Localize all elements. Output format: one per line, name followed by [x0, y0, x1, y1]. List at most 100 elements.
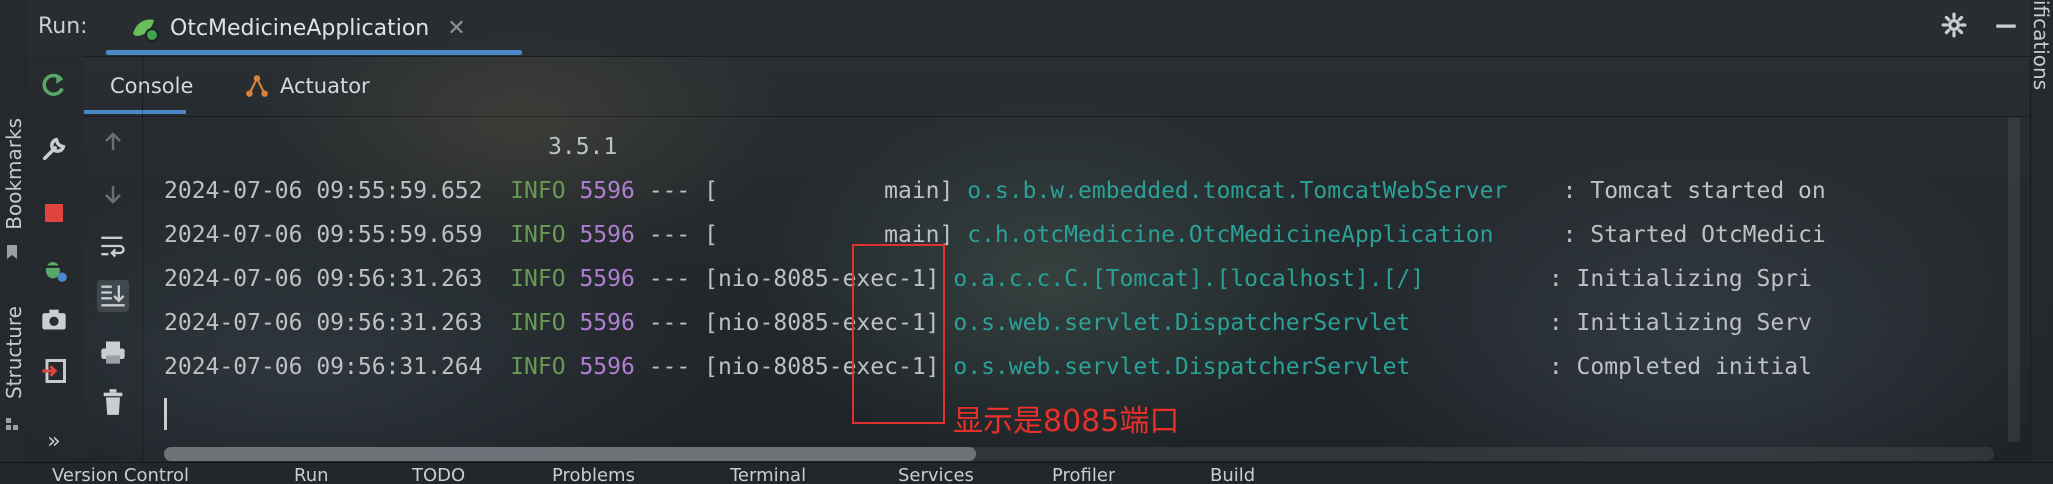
bottom-item-label: Profiler: [1052, 465, 1116, 484]
exit-icon: [42, 359, 66, 383]
scroll-to-end-button[interactable]: [97, 280, 129, 312]
bottom-item-label: TODO: [412, 465, 466, 484]
bottom-item-build[interactable]: Build: [1210, 465, 1255, 484]
exit-button[interactable]: [39, 356, 69, 386]
port-highlight-box: [852, 244, 945, 424]
log-logger-link[interactable]: c.h.otcMedicine.OtcMedicineApplication: [967, 222, 1493, 248]
horizontal-scroll-thumb[interactable]: [164, 447, 976, 461]
wrench-icon: [42, 137, 66, 161]
more-tools-button[interactable]: »: [39, 426, 69, 456]
log-pid: 5596: [579, 266, 635, 292]
port-annotation: 显示是8085端口: [953, 404, 1180, 439]
screenshot-button[interactable]: [39, 304, 69, 334]
log-thread: [ main]: [704, 178, 954, 204]
bottom-item-label: Build: [1210, 465, 1256, 484]
printer-icon: [101, 341, 125, 364]
bottom-item-run[interactable]: Run: [294, 465, 329, 484]
log-separator: ---: [648, 354, 691, 380]
log-level: INFO: [510, 310, 566, 336]
bottom-item-terminal[interactable]: Terminal: [730, 465, 806, 484]
log-timestamp: 2024-07-06 09:55:59.652: [164, 178, 483, 204]
console-output[interactable]: 3.5.1 2024-07-06 09:55:59.652 INFO 5596 …: [142, 118, 2000, 442]
log-timestamp: 2024-07-06 09:56:31.263: [164, 310, 483, 336]
version-line: 3.5.1: [548, 134, 618, 160]
log-pid: 5596: [579, 354, 635, 380]
log-line: 2024-07-06 09:56:31.264 INFO 5596 --- [n…: [164, 352, 1812, 382]
bottom-item-label: Terminal: [730, 465, 807, 484]
log-logger-link[interactable]: o.a.c.c.C.[Tomcat].[localhost].[/]: [953, 266, 1424, 292]
stop-icon: [45, 204, 63, 222]
edit-config-button[interactable]: [39, 134, 69, 164]
clear-all-button[interactable]: [97, 386, 129, 418]
run-toolbar: Run: OtcMedicineApplication ✕: [26, 0, 2031, 57]
tab-actuator-label: Actuator: [280, 74, 370, 98]
log-message: : Completed initial: [1548, 354, 1812, 380]
log-timestamp: 2024-07-06 09:56:31.263: [164, 266, 483, 292]
bottom-item-services[interactable]: Services: [898, 465, 974, 484]
run-label: Run:: [38, 14, 88, 39]
bookmark-icon: [7, 245, 17, 259]
log-level: INFO: [510, 222, 566, 248]
log-pid: 5596: [579, 310, 635, 336]
log-message: : Initializing Spri: [1548, 266, 1812, 292]
run-tab[interactable]: OtcMedicineApplication ✕: [130, 0, 466, 56]
bottom-item-label: Run: [294, 465, 329, 484]
bookmarks-tab[interactable]: Bookmarks: [2, 118, 26, 230]
scroll-down-button[interactable]: [97, 178, 129, 210]
bottom-item-label: Services: [898, 465, 974, 484]
log-logger-link[interactable]: o.s.b.w.embedded.tomcat.TomcatWebServer: [967, 178, 1507, 204]
bottom-item-label: Version Control: [52, 465, 189, 484]
log-separator: ---: [648, 310, 691, 336]
scroll-to-end-icon: [101, 285, 125, 307]
structure-tab[interactable]: Structure: [2, 306, 26, 399]
tab-actuator[interactable]: Actuator: [244, 56, 370, 116]
bottom-item-version-control[interactable]: Version Control: [52, 465, 189, 484]
trash-icon: [103, 389, 123, 415]
log-level: INFO: [510, 266, 566, 292]
log-message: : Initializing Serv: [1548, 310, 1812, 336]
bottom-item-todo[interactable]: TODO: [412, 465, 465, 484]
log-message: : Started OtcMedici: [1562, 222, 1826, 248]
run-actions-column: »: [26, 56, 84, 461]
console-actions-column: [84, 56, 143, 461]
print-button[interactable]: [97, 336, 129, 368]
bottom-item-label: Problems: [552, 465, 635, 484]
debug-restart-button[interactable]: [39, 254, 69, 284]
log-timestamp: 2024-07-06 09:55:59.659: [164, 222, 483, 248]
log-logger-link[interactable]: o.s.web.servlet.DispatcherServlet: [953, 354, 1410, 380]
arrow-down-icon: [105, 186, 121, 204]
structure-icon: [6, 418, 18, 430]
minimize-icon[interactable]: [1993, 12, 2019, 38]
spring-app-icon: [133, 19, 159, 42]
log-line: 2024-07-06 09:56:31.263 INFO 5596 --- [n…: [164, 264, 1812, 294]
bottom-item-problems[interactable]: Problems: [552, 465, 635, 484]
arrow-up-icon: [105, 132, 121, 150]
run-tab-title: OtcMedicineApplication: [170, 15, 430, 41]
text-caret: [164, 398, 167, 430]
log-level: INFO: [510, 354, 566, 380]
log-line: 2024-07-06 09:55:59.652 INFO 5596 --- [ …: [164, 176, 1826, 206]
stop-button[interactable]: [39, 198, 69, 228]
soft-wrap-button[interactable]: [97, 230, 129, 262]
bug-icon: [43, 262, 67, 282]
gear-icon[interactable]: [1941, 12, 1967, 38]
log-pid: 5596: [579, 222, 635, 248]
vertical-scrollbar[interactable]: [2008, 118, 2020, 442]
log-logger-link[interactable]: o.s.web.servlet.DispatcherServlet: [953, 310, 1410, 336]
rerun-button[interactable]: [39, 70, 69, 100]
scroll-up-button[interactable]: [97, 126, 129, 158]
log-separator: ---: [648, 222, 691, 248]
log-separator: ---: [648, 266, 691, 292]
camera-icon: [42, 309, 66, 330]
log-separator: ---: [648, 178, 691, 204]
horizontal-scrollbar[interactable]: [164, 447, 1994, 461]
log-pid: 5596: [579, 178, 635, 204]
bottom-item-profiler[interactable]: Profiler: [1052, 465, 1115, 484]
log-level: INFO: [510, 178, 566, 204]
actuator-icon: [246, 75, 268, 97]
log-line: 2024-07-06 09:55:59.659 INFO 5596 --- [ …: [164, 220, 1826, 250]
notifications-tab[interactable]: ifications: [2029, 0, 2053, 90]
rerun-icon: [42, 73, 64, 96]
active-tab-indicator: [106, 50, 522, 55]
close-tab-icon[interactable]: ✕: [447, 16, 465, 41]
